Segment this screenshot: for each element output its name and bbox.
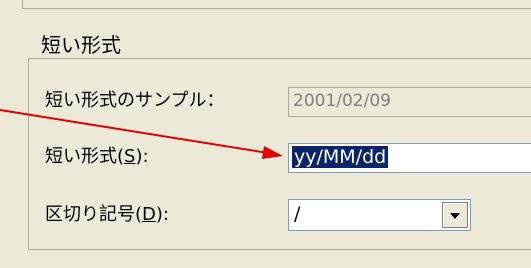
annotation-arrow-head [262, 146, 283, 159]
annotation-arrow [0, 109, 283, 159]
annotation-arrow-line [0, 109, 269, 154]
